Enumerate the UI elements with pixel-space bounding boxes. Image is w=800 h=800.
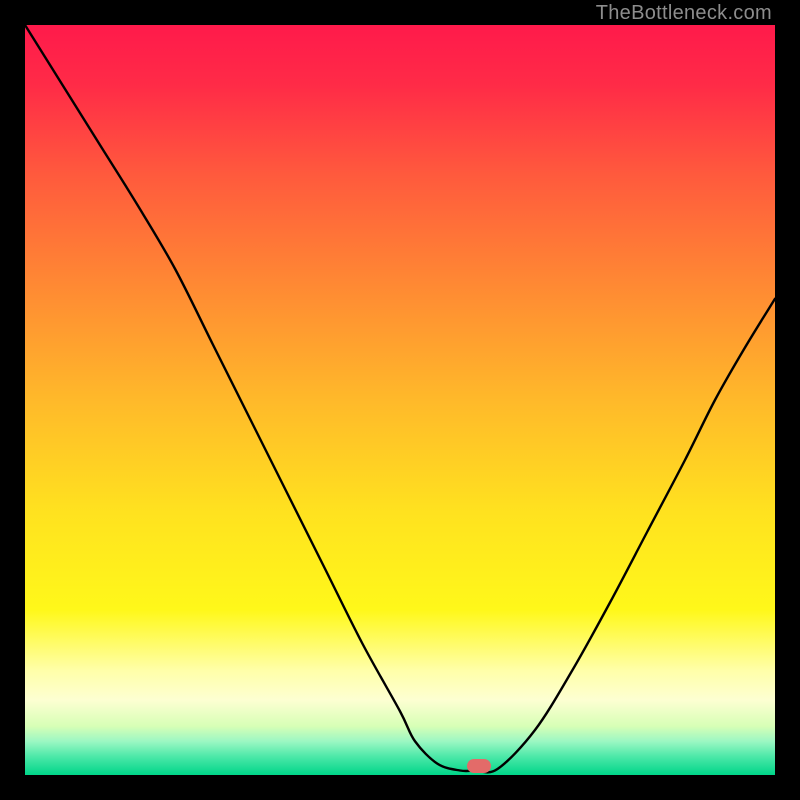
watermark-text: TheBottleneck.com (596, 2, 772, 25)
optimum-marker (467, 759, 491, 773)
plot-area (25, 25, 775, 775)
bottleneck-curve (25, 25, 775, 775)
chart-frame: TheBottleneck.com (0, 0, 800, 800)
